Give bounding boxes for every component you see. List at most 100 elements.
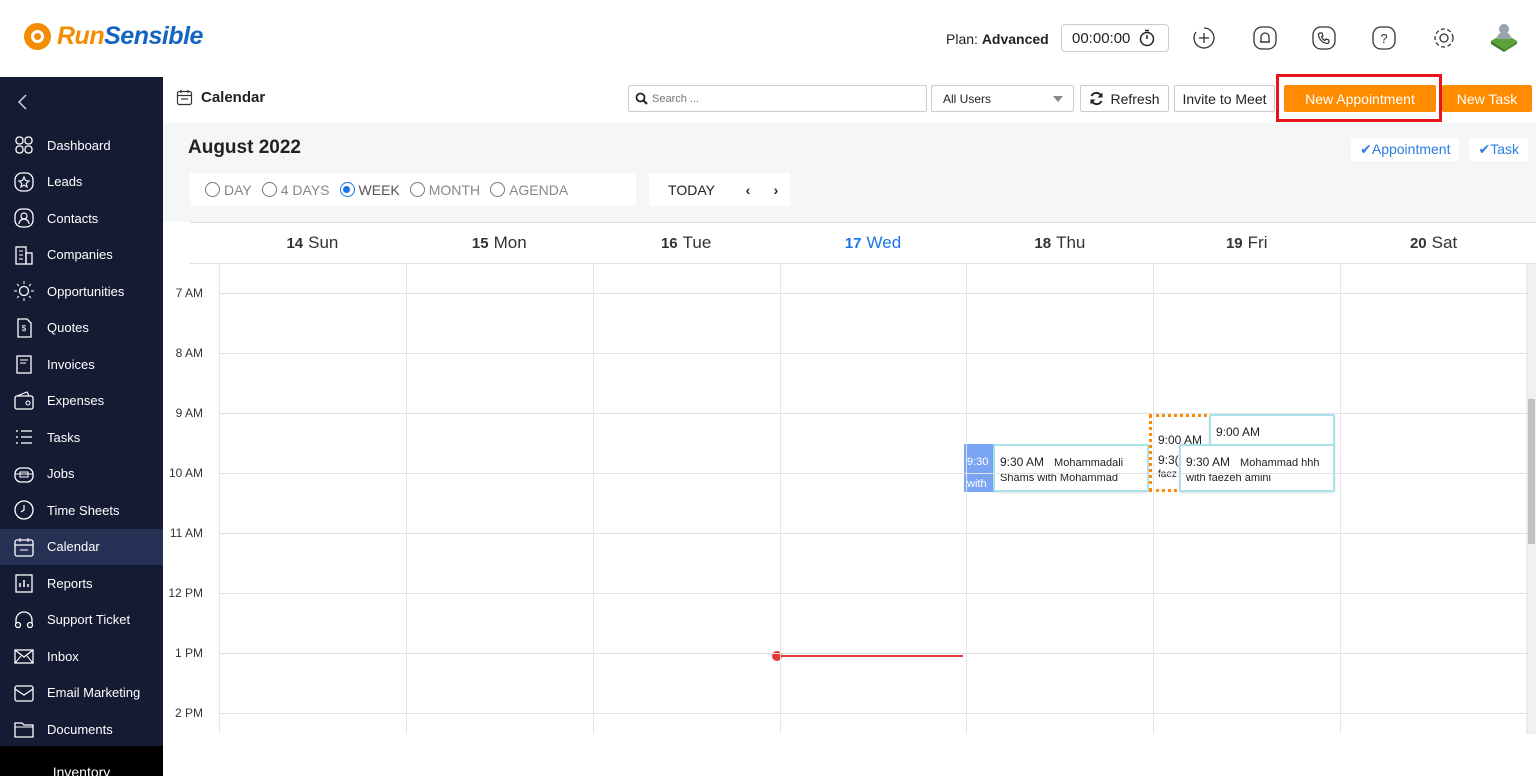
reports-icon	[15, 574, 33, 593]
toggle-task[interactable]: ✔Task	[1469, 138, 1528, 161]
hour-line	[219, 533, 1527, 534]
sidebar-item-calendar[interactable]: Calendar	[0, 528, 163, 565]
event-thu-appointment[interactable]: 9:30 AM Mohammadali Shams with Mohammad	[993, 444, 1149, 492]
sidebar-item-reports[interactable]: Reports	[0, 565, 163, 602]
sidebar-item-inbox[interactable]: Inbox	[0, 638, 163, 675]
day-column-line	[966, 264, 968, 734]
sidebar-collapse-button[interactable]	[0, 77, 163, 127]
brand-logo[interactable]: RunSensible	[24, 22, 203, 51]
sidebar-item-invoices[interactable]: Invoices	[0, 346, 163, 383]
hour-line	[219, 293, 1527, 294]
sidebar-item-quotes[interactable]: $ Quotes	[0, 310, 163, 347]
sidebar-item-label: Leads	[47, 174, 83, 190]
event-fri-appointment[interactable]: 9:30 AM Mohammad hhh with faezeh amini	[1179, 444, 1335, 492]
view-option-day[interactable]: DAY	[205, 182, 252, 198]
sidebar-item-companies[interactable]: Companies	[0, 237, 163, 274]
svg-text:?: ?	[1380, 31, 1387, 46]
user-avatar[interactable]	[1486, 18, 1522, 54]
sidebar-item-tasks[interactable]: Tasks	[0, 419, 163, 456]
radio-icon[interactable]	[339, 182, 355, 197]
sidebar-item-label: Dashboard	[47, 137, 111, 153]
sidebar-item-leads[interactable]: Leads	[0, 164, 163, 201]
toggle-appointment[interactable]: ✔Appointment	[1351, 138, 1460, 161]
sidebar-item-label: Email Marketing	[47, 685, 141, 701]
calendar-toolbar: August 2022 ✔Appointment ✔Task DAY 4 DAYS…	[163, 123, 1536, 222]
star-icon	[14, 172, 34, 192]
sidebar-item-label: Reports	[47, 575, 93, 591]
radio-icon[interactable]	[409, 182, 425, 197]
sidebar-item-email-marketing[interactable]: Email Marketing	[0, 675, 163, 712]
bell-icon[interactable]	[1251, 24, 1279, 52]
hour-label: 8 AM	[175, 346, 203, 360]
hour-label: 12 PM	[168, 586, 203, 600]
sidebar-item-label: Inbox	[47, 648, 79, 664]
page-title-text: Calendar	[201, 89, 266, 106]
event-thu-stub[interactable]: 9:30 with	[964, 444, 994, 492]
day-headers: 14 Sun 15 Mon 16 Tue 17 Wed 18 Thu 19 Fri 20 Sat	[219, 223, 1527, 263]
view-option-agenda[interactable]: AGENDA	[490, 182, 568, 198]
radio-icon[interactable]	[490, 182, 506, 197]
add-circle-icon[interactable]	[1190, 24, 1218, 52]
phone-icon[interactable]	[1310, 24, 1338, 52]
sidebar-item-expenses[interactable]: Expenses	[0, 383, 163, 420]
search-input[interactable]	[652, 92, 912, 105]
mail-icon	[14, 685, 34, 702]
timer[interactable]: 00:00:00	[1061, 24, 1169, 52]
sidebar-item-inventory[interactable]: Inventory	[0, 746, 163, 780]
gear-icon[interactable]	[1430, 24, 1458, 52]
invite-to-meet-button[interactable]: Invite to Meet	[1174, 85, 1275, 112]
day-header-tue[interactable]: 16 Tue	[593, 223, 780, 263]
radio-icon[interactable]	[205, 182, 220, 197]
day-column-line	[592, 264, 594, 734]
day-header-fri[interactable]: 19 Fri	[1153, 223, 1340, 263]
sidebar-item-label: Support Ticket	[47, 612, 131, 628]
sidebar-item-contacts[interactable]: Contacts	[0, 200, 163, 237]
sidebar-item-dashboard[interactable]: Dashboard	[0, 127, 163, 164]
refresh-button[interactable]: Refresh	[1080, 85, 1169, 112]
next-week-button[interactable]: ›	[762, 173, 790, 206]
page-title: Calendar	[176, 89, 265, 106]
date-navigation: TODAY ‹ ›	[649, 173, 790, 206]
day-header-sat[interactable]: 20 Sat	[1340, 223, 1527, 263]
view-option-week[interactable]: WEEK	[339, 182, 400, 198]
day-header-sun[interactable]: 14 Sun	[219, 223, 406, 263]
hour-label: 2 PM	[174, 706, 203, 720]
event-fri-900[interactable]: 9:00 AM	[1209, 414, 1335, 448]
sidebar-item-label: Companies	[47, 247, 113, 263]
day-header-wed[interactable]: 17 Wed	[780, 223, 967, 263]
hour-label: 11 AM	[169, 526, 203, 540]
sidebar-item-time-sheets[interactable]: Time Sheets	[0, 492, 163, 529]
new-task-button[interactable]: New Task	[1442, 85, 1532, 112]
day-header-thu[interactable]: 18 Thu	[966, 223, 1153, 263]
sidebar-item-label: Quotes	[47, 320, 89, 336]
radio-icon[interactable]	[261, 182, 277, 197]
stopwatch-icon[interactable]	[1138, 29, 1156, 47]
header-bar: Calendar All Users Refresh Invite to Mee…	[163, 74, 1536, 123]
view-option-4-days[interactable]: 4 DAYS	[261, 182, 330, 198]
day-column-line	[1340, 264, 1342, 734]
brand-name-part1: Run	[57, 22, 105, 50]
sidebar-item-documents[interactable]: Documents	[0, 711, 163, 748]
filter-toggles: ✔Appointment ✔Task	[1351, 138, 1528, 161]
invoice-icon	[16, 355, 32, 374]
time-grid[interactable]: 9:30 with 9:30 AM Mohammadali Shams with…	[168, 263, 1536, 734]
scroll-thumb[interactable]	[1527, 399, 1535, 544]
today-button[interactable]: TODAY	[649, 173, 734, 206]
hour-line	[219, 413, 1527, 414]
day-header-mon[interactable]: 15 Mon	[406, 223, 593, 263]
search-box[interactable]	[628, 85, 927, 112]
day-column-line	[219, 264, 220, 734]
help-icon[interactable]: ?	[1370, 24, 1398, 52]
view-option-month[interactable]: MONTH	[409, 182, 480, 198]
sidebar-item-support-ticket[interactable]: Support Ticket	[0, 602, 163, 639]
timer-value: 00:00:00	[1072, 29, 1131, 47]
prev-week-button[interactable]: ‹	[734, 173, 762, 206]
wallet-icon	[14, 390, 34, 410]
main-content: Calendar All Users Refresh Invite to Mee…	[163, 74, 1536, 775]
sidebar-item-opportunities[interactable]: Opportunities	[0, 273, 163, 310]
contact-icon	[14, 208, 34, 228]
hour-label: 7 AM	[175, 286, 203, 300]
users-select[interactable]: All Users	[931, 85, 1074, 112]
sidebar-item-jobs[interactable]: Jobs	[0, 456, 163, 493]
hour-label: 9 AM	[175, 406, 203, 420]
